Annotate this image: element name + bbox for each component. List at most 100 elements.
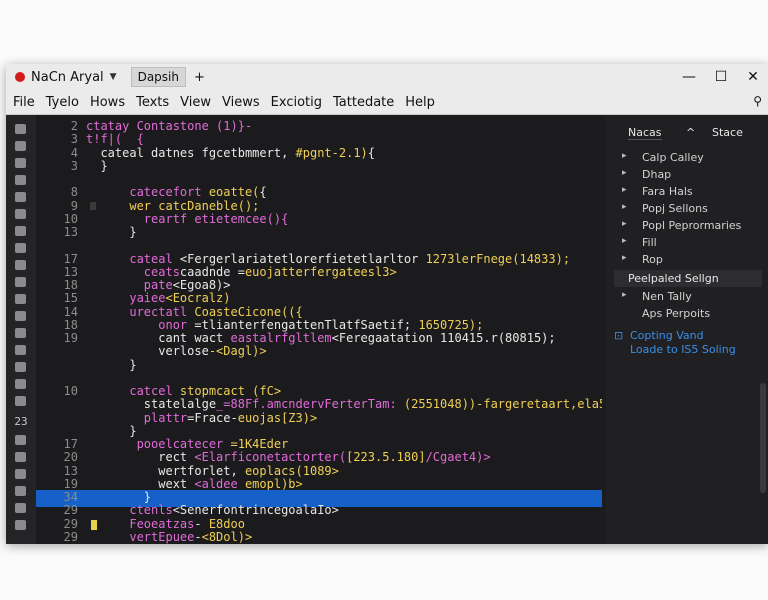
tool-icon[interactable] — [15, 520, 26, 530]
tab-notes[interactable]: Nacas — [628, 126, 662, 140]
side-item[interactable]: ▸ Fill — [622, 236, 762, 251]
chevron-right-icon: ▸ — [622, 151, 627, 161]
tool-icon[interactable] — [15, 362, 26, 372]
line-number: 19 — [63, 331, 78, 345]
chevron-right-icon: ▸ — [622, 290, 627, 300]
tool-icon[interactable] — [15, 141, 26, 151]
code-text: catcel stopmcact (fC> — [86, 384, 281, 398]
line-number: 10 — [63, 211, 78, 226]
app-name: NaCn Aryal — [31, 69, 104, 85]
side-item[interactable]: ▸ Dhap — [622, 168, 762, 183]
menu-exciotig[interactable]: Exciotig — [267, 95, 326, 110]
tool-icon[interactable] — [15, 452, 26, 462]
line-number: 13 — [63, 463, 78, 478]
code-editor[interactable]: 2 ctatay Contastone (1)}- 3 t!f|( {4 cateal… — [36, 115, 602, 544]
code-token: wertforlet, — [86, 463, 245, 478]
chevron-up-icon[interactable]: ^ — [686, 126, 695, 139]
code-token: =1K4Eder — [230, 437, 289, 451]
menu-tattedate[interactable]: Tattedate — [329, 95, 398, 110]
menu-file[interactable]: File — [9, 95, 39, 110]
tool-icon[interactable] — [15, 243, 26, 253]
side-item[interactable]: ▸ Fara Hals — [622, 185, 762, 200]
code-text: wext <aldee emopl)b> — [86, 477, 303, 491]
code-line[interactable]: 29 vertEpuee-<8Dol)> — [36, 530, 602, 544]
tool-icon[interactable] — [15, 345, 26, 355]
code-token: <aldee — [194, 476, 245, 491]
code-text: vertEpuee-<8Dol)> — [86, 530, 252, 544]
code-token: } — [86, 490, 152, 504]
tool-icon[interactable] — [15, 192, 26, 202]
line-number: 10 — [63, 384, 78, 398]
code-token: <Eocralz) — [165, 291, 231, 306]
tool-icon[interactable] — [15, 396, 26, 406]
code-token: <8Dol)> — [201, 529, 253, 544]
tool-icon[interactable] — [15, 486, 26, 496]
tool-icon[interactable] — [15, 260, 26, 270]
code-token: ceats — [86, 264, 180, 279]
side-section-header[interactable]: Peelpaled Sellgn — [614, 270, 762, 287]
line-number: 3 — [70, 132, 78, 147]
menu-view[interactable]: View — [176, 95, 215, 110]
code-text: } — [86, 490, 151, 504]
tab-space[interactable]: Stace — [712, 126, 743, 139]
side-item-label: Fara Hals — [642, 185, 693, 198]
side-item[interactable]: ▸ Popl Peprormaries — [622, 219, 762, 234]
code-token: vertEpuee — [86, 529, 195, 544]
side-item[interactable]: ▸ Rop — [622, 253, 762, 268]
tool-icon[interactable] — [15, 379, 26, 389]
tool-icon[interactable] — [15, 435, 26, 445]
line-number: 18 — [63, 278, 78, 292]
code-token: CoasteCicone(({ — [194, 304, 303, 319]
line-number: 13 — [63, 264, 78, 279]
tool-icon[interactable] — [15, 503, 26, 513]
tool-icon[interactable] — [15, 277, 26, 287]
code-token: cant wact — [86, 331, 231, 345]
close-button[interactable]: ✕ — [738, 64, 768, 90]
code-token: reartf etietemcee(){ — [86, 211, 289, 226]
tool-icon[interactable] — [15, 328, 26, 338]
side-item[interactable]: ▸ Nen Tally — [622, 290, 762, 305]
menu-texts[interactable]: Texts — [132, 95, 173, 110]
search-icon[interactable]: ⚲ — [753, 94, 762, 108]
code-text: plattr=Frace-euojas[Z3)> — [86, 411, 317, 425]
tool-icon[interactable] — [15, 175, 26, 185]
menu-hows[interactable]: Hows — [86, 95, 129, 110]
side-link[interactable]: Loade to IS5 Soling — [630, 343, 736, 356]
line-number: 29 — [63, 503, 78, 518]
chevron-right-icon: ▸ — [622, 219, 627, 229]
tool-icon[interactable] — [15, 158, 26, 168]
menu-help[interactable]: Help — [401, 95, 439, 110]
side-item-label: Popl Peprormaries — [642, 219, 742, 232]
tool-icon[interactable] — [15, 469, 26, 479]
tool-icon[interactable] — [15, 311, 26, 321]
scrollbar[interactable] — [760, 383, 766, 493]
tool-icon[interactable] — [15, 209, 26, 219]
side-item[interactable]: ▸ Calp Calley — [622, 151, 762, 166]
side-item[interactable]: Aps Perpoits — [622, 307, 762, 322]
new-tab-button[interactable]: + — [194, 70, 205, 85]
code-token: wer catcDaneble(); — [86, 198, 260, 213]
code-token: emopl)b> — [244, 476, 303, 491]
code-text: cant wact eastalrfgltlem<Feregaatation 1… — [86, 331, 555, 345]
tool-icon[interactable] — [15, 294, 26, 304]
chevron-right-icon: ▸ — [622, 185, 627, 195]
maximize-button[interactable]: ☐ — [706, 64, 736, 90]
code-token: ctatay Contastone (1)}- — [86, 119, 253, 133]
tool-icon[interactable] — [15, 124, 26, 134]
tab-file[interactable]: Dapsih — [130, 67, 186, 87]
code-text: ceatscaadnde =euojatterfergateesl3> — [86, 265, 397, 279]
code-token: cateal — [86, 251, 180, 266]
code-token: caadnde = — [179, 264, 245, 279]
menu-tyelo[interactable]: Tyelo — [42, 95, 83, 110]
menu-views[interactable]: Views — [218, 95, 264, 110]
side-item-label: Rop — [642, 253, 663, 266]
tool-icon[interactable] — [15, 226, 26, 236]
line-number: 4 — [70, 145, 78, 160]
code-token: eoatte( — [208, 185, 260, 200]
side-link[interactable]: Copting Vand — [630, 329, 704, 342]
line-number: 17 — [63, 251, 78, 266]
chevron-down-icon[interactable]: ▼ — [110, 72, 117, 82]
minimize-button[interactable]: — — [674, 64, 704, 90]
code-text: ctatay Contastone (1)}- — [86, 119, 252, 133]
side-item[interactable]: ▸ Popj Sellons — [622, 202, 762, 217]
